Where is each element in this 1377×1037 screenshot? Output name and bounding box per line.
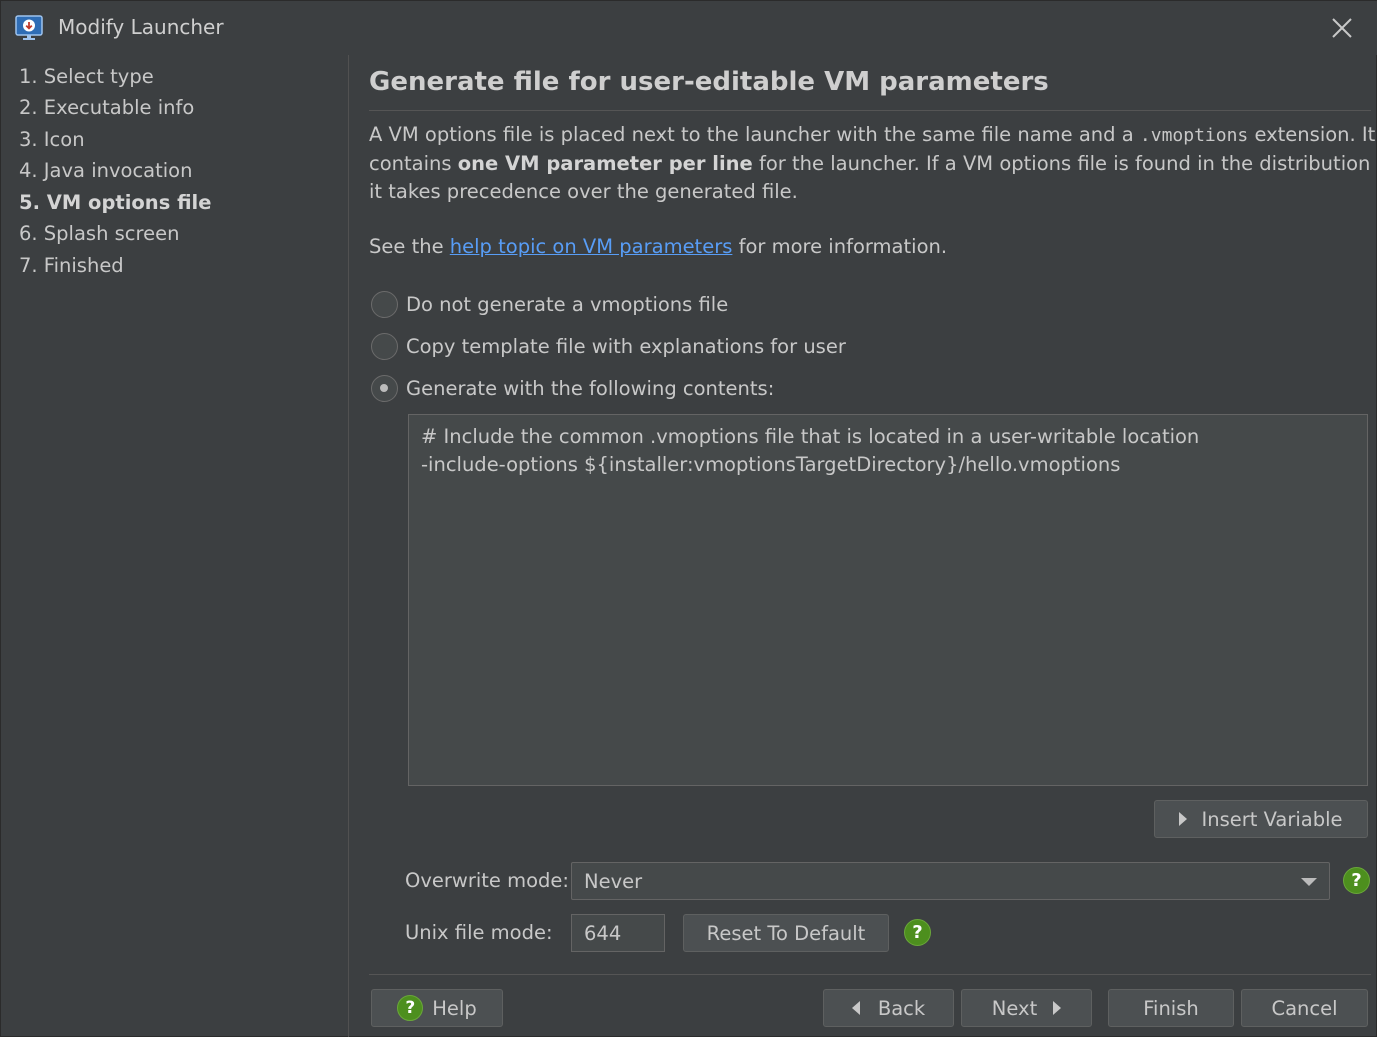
option-do-not-generate[interactable]: Do not generate a vmoptions file bbox=[371, 290, 728, 318]
description-line-2: contains one VM parameter per line for t… bbox=[369, 152, 1377, 175]
step-icon[interactable]: 3. Icon bbox=[19, 128, 85, 151]
radio-button-selected[interactable] bbox=[371, 374, 398, 402]
step-splash-screen[interactable]: 6. Splash screen bbox=[19, 222, 179, 245]
radio-label: Copy template file with explanations for… bbox=[406, 334, 846, 358]
unix-file-mode-label: Unix file mode: bbox=[405, 921, 553, 944]
step-finished[interactable]: 7. Finished bbox=[19, 254, 124, 277]
radio-label: Do not generate a vmoptions file bbox=[406, 292, 729, 316]
overwrite-mode-label: Overwrite mode: bbox=[405, 869, 569, 892]
help-topic-link[interactable]: help topic on VM parameters bbox=[450, 235, 733, 258]
triangle-right-icon bbox=[1179, 812, 1188, 826]
unix-mode-help-icon[interactable]: ? bbox=[904, 919, 931, 946]
help-button[interactable]: ? Help bbox=[371, 989, 503, 1027]
steps-sidebar: 1. Select type 2. Executable info 3. Ico… bbox=[1, 55, 348, 1037]
vmoptions-extension-code: .vmoptions bbox=[1139, 125, 1249, 146]
step-vm-options-file[interactable]: 5. VM options file bbox=[19, 191, 211, 214]
step-executable-info[interactable]: 2. Executable info bbox=[19, 96, 194, 119]
vmoptions-contents-editor[interactable]: # Include the common .vmoptions file tha… bbox=[408, 414, 1368, 786]
back-button[interactable]: Back bbox=[823, 989, 954, 1027]
reset-to-default-button[interactable]: Reset To Default bbox=[683, 914, 889, 952]
step-java-invocation[interactable]: 4. Java invocation bbox=[19, 159, 192, 182]
description-line-3: it takes precedence over the generated f… bbox=[369, 180, 798, 203]
window-title: Modify Launcher bbox=[58, 15, 224, 39]
see-also-text: See the help topic on VM parameters for … bbox=[369, 235, 948, 258]
description-line-1: A VM options file is placed next to the … bbox=[369, 123, 1376, 146]
cancel-button[interactable]: Cancel bbox=[1241, 989, 1368, 1027]
close-icon[interactable] bbox=[1327, 13, 1357, 43]
unix-file-mode-input[interactable]: 644 bbox=[571, 914, 665, 952]
heading-divider bbox=[369, 110, 1371, 111]
finish-button[interactable]: Finish bbox=[1108, 989, 1234, 1027]
radio-label: Generate with the following contents: bbox=[406, 376, 775, 400]
next-button[interactable]: Next bbox=[961, 989, 1092, 1027]
overwrite-mode-select[interactable]: Never bbox=[571, 862, 1330, 900]
chevron-down-icon bbox=[1301, 878, 1317, 886]
emphasis-text: one VM parameter per line bbox=[457, 152, 753, 175]
modify-launcher-dialog: Modify Launcher 1. Select type 2. Execut… bbox=[0, 0, 1377, 1037]
title-bar: Modify Launcher bbox=[1, 1, 1377, 55]
insert-variable-button[interactable]: Insert Variable bbox=[1154, 800, 1368, 838]
radio-button[interactable] bbox=[371, 332, 398, 360]
step-select-type[interactable]: 1. Select type bbox=[19, 65, 154, 88]
option-copy-template[interactable]: Copy template file with explanations for… bbox=[371, 332, 846, 360]
triangle-left-icon bbox=[851, 1001, 860, 1015]
triangle-right-icon bbox=[1053, 1001, 1062, 1015]
overwrite-help-icon[interactable]: ? bbox=[1343, 867, 1370, 894]
option-generate-contents[interactable]: Generate with the following contents: bbox=[371, 374, 774, 402]
sidebar-divider bbox=[348, 55, 349, 1037]
page-title: Generate file for user-editable VM param… bbox=[369, 67, 1049, 97]
help-icon: ? bbox=[397, 995, 424, 1021]
radio-button[interactable] bbox=[371, 290, 398, 318]
footer-divider bbox=[369, 974, 1371, 975]
launcher-monitor-icon bbox=[15, 15, 43, 40]
